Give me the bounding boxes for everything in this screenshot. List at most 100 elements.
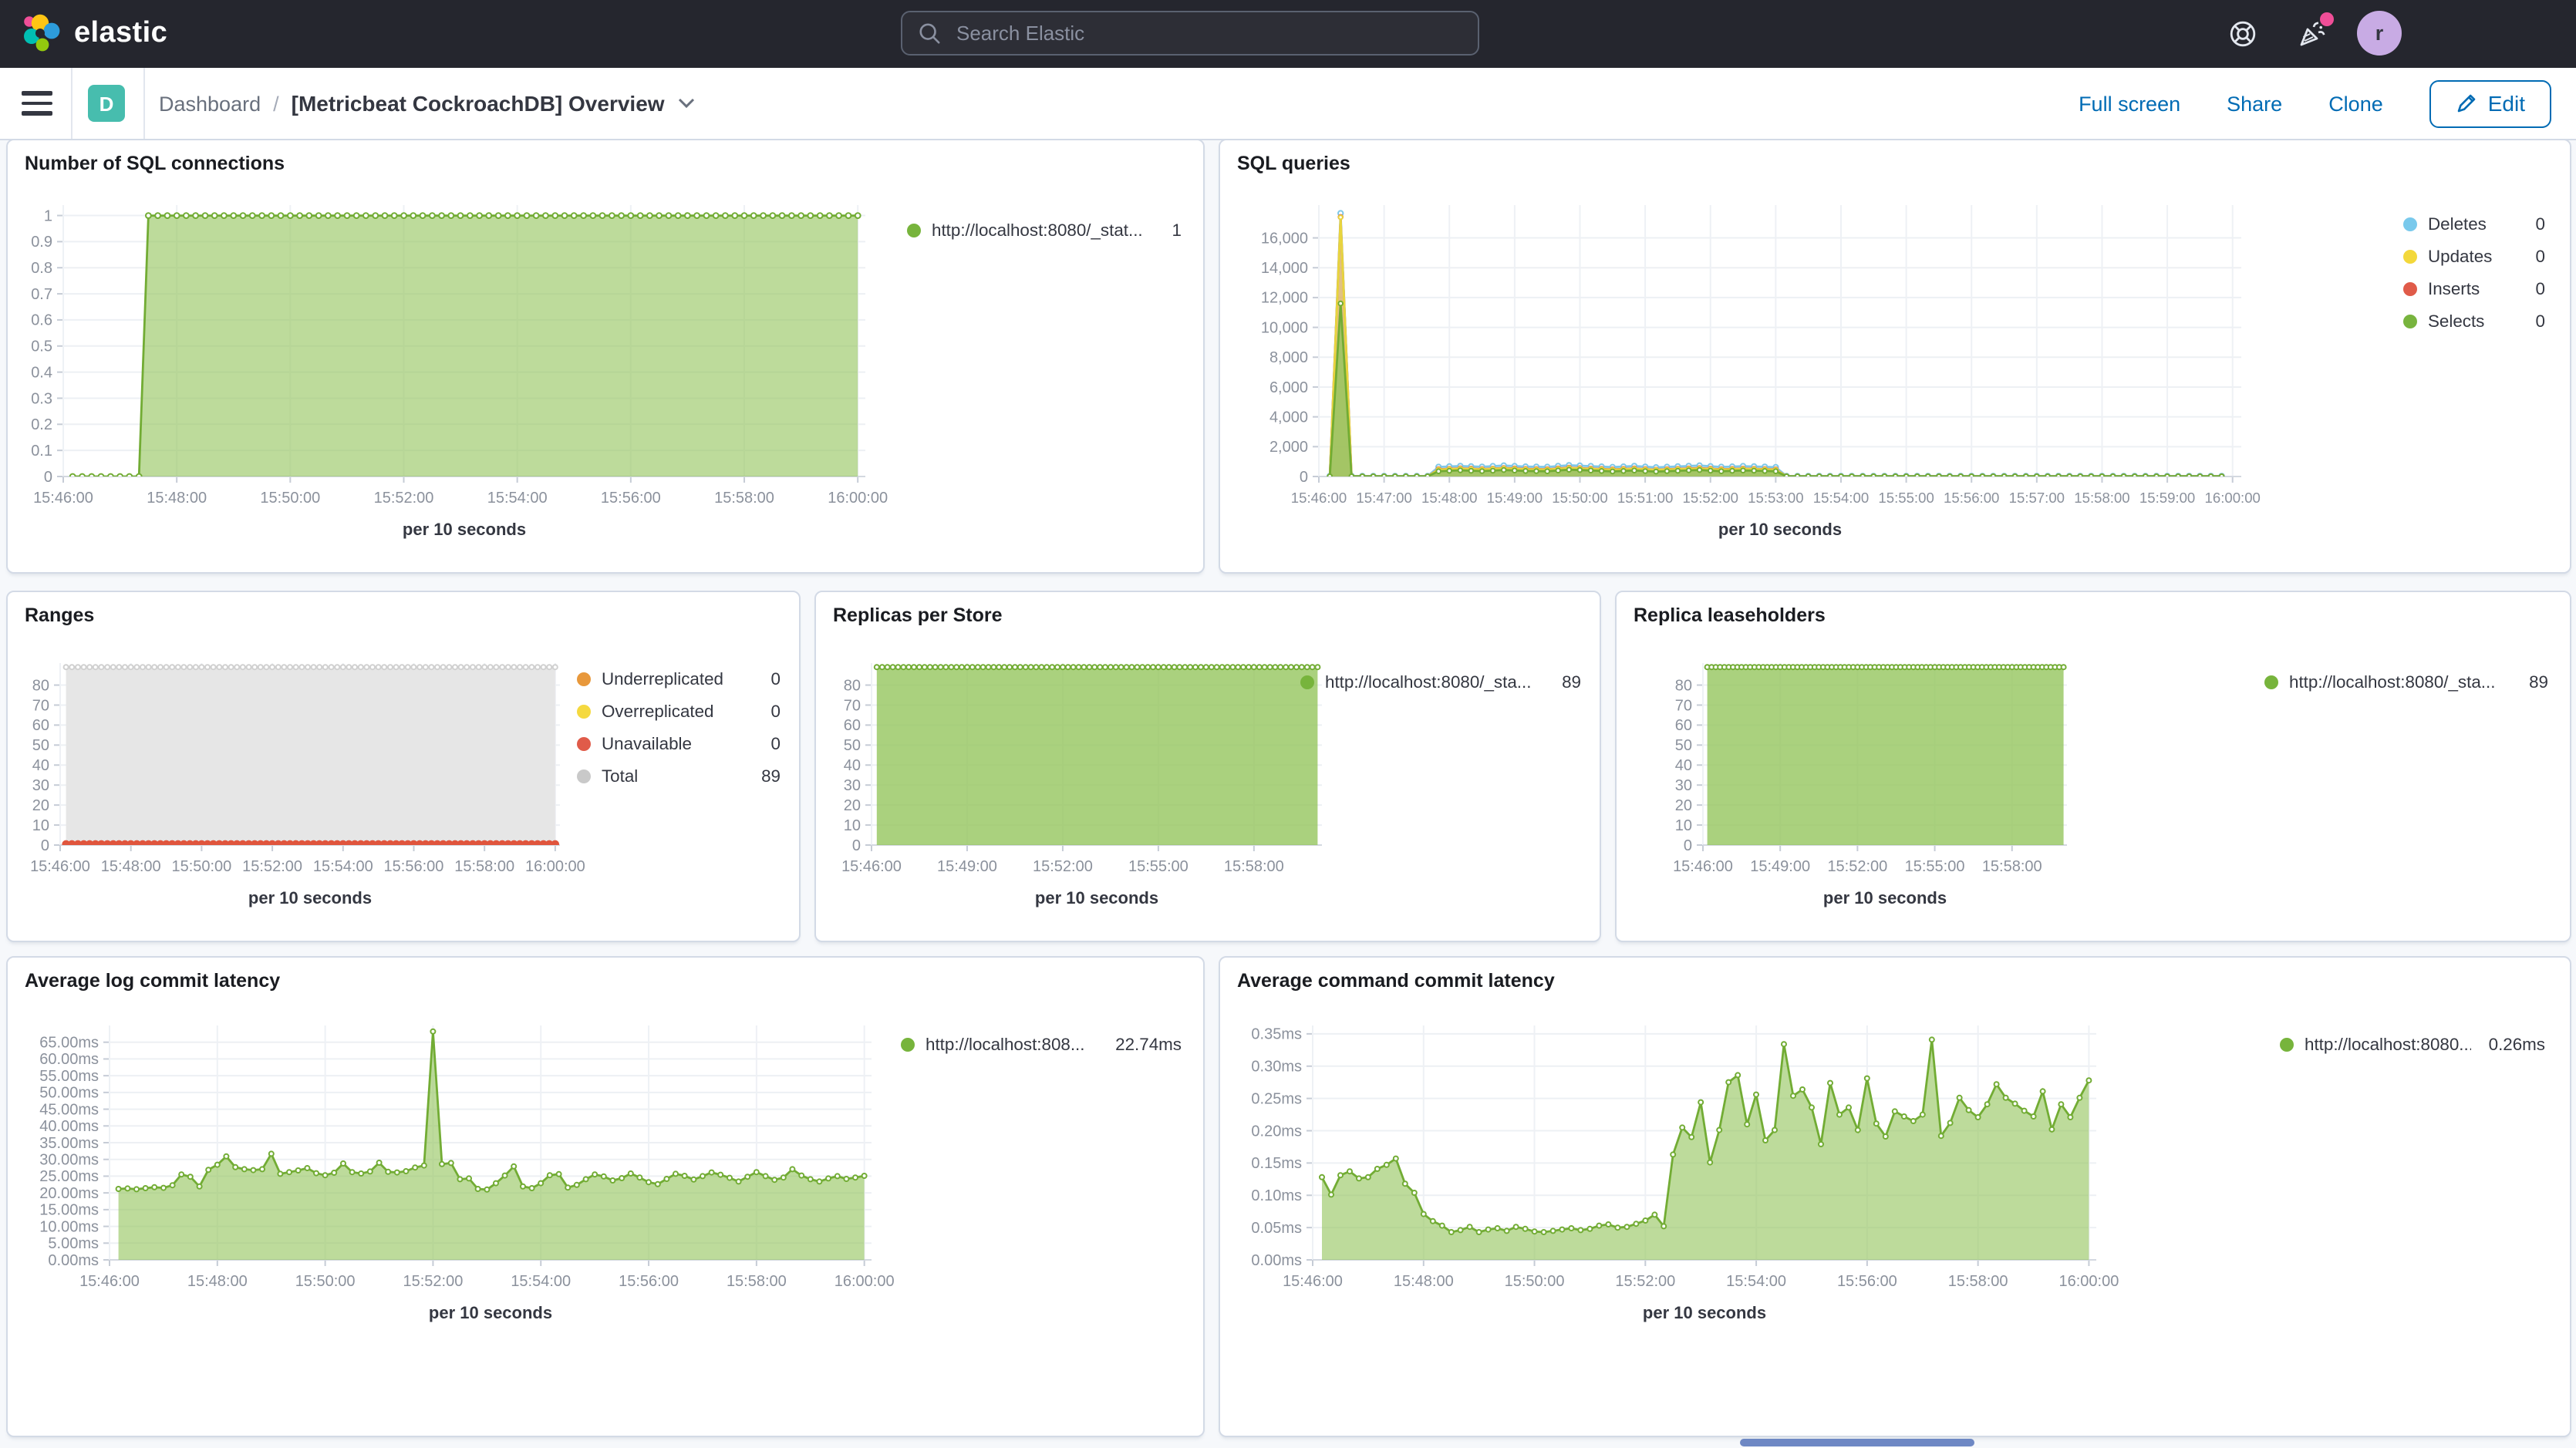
data-point-marker	[1819, 1142, 1823, 1147]
horizontal-scrollbar-thumb[interactable]	[1740, 1439, 1974, 1446]
data-point-marker	[1698, 1100, 1703, 1105]
data-point-marker	[2078, 474, 2082, 479]
y-tick-label: 40.00ms	[39, 1118, 99, 1135]
x-tick-label: 15:46:00	[79, 1273, 140, 1290]
data-point-marker	[1634, 1221, 1638, 1226]
data-point-marker	[780, 213, 785, 218]
data-point-marker	[116, 1187, 121, 1191]
x-tick-label: 15:50:00	[171, 858, 231, 875]
data-point-marker	[581, 213, 586, 218]
data-point-marker	[1671, 1152, 1675, 1157]
y-tick-label: 4,000	[1269, 409, 1308, 426]
search-input[interactable]	[953, 20, 1462, 46]
replica-leaseholders-chart[interactable]: 0102030405060708015:46:0015:49:0015:52:0…	[1657, 651, 2092, 913]
help-icon[interactable]	[2227, 19, 2258, 49]
y-tick-label: 5.00ms	[48, 1235, 99, 1252]
x-tick-label: 15:50:00	[295, 1273, 356, 1290]
data-point-marker	[323, 665, 328, 669]
data-point-marker	[1495, 1226, 1500, 1231]
data-point-marker	[1135, 665, 1139, 669]
data-point-marker	[1491, 469, 1495, 473]
data-point-marker	[288, 213, 293, 218]
legend-series-dot	[2264, 675, 2278, 689]
menu-icon[interactable]	[22, 91, 52, 116]
divider	[143, 68, 145, 139]
x-tick-label: 15:48:00	[101, 858, 161, 875]
elastic-logo[interactable]: elastic	[22, 14, 167, 54]
data-point-marker	[1717, 1128, 1721, 1133]
data-point-marker	[1394, 1157, 1398, 1161]
legend-item[interactable]: Deletes0	[2403, 208, 2545, 241]
share-button[interactable]: Share	[2227, 92, 2282, 115]
x-tick-label: 15:48:00	[187, 1273, 248, 1290]
legend-item[interactable]: http://localhost:8080/_stat...1	[907, 214, 1182, 247]
edit-button[interactable]: Edit	[2429, 79, 2551, 127]
data-point-marker	[1140, 665, 1145, 669]
legend-value: 0	[2536, 248, 2545, 266]
data-point-marker	[241, 213, 246, 218]
data-point-marker	[1930, 1037, 1934, 1042]
sql-queries-chart[interactable]: 02,0004,0006,0008,00010,00012,00014,0001…	[1232, 193, 2266, 544]
y-tick-label: 12,000	[1261, 290, 1308, 307]
data-point-marker	[1129, 665, 1134, 669]
legend-item[interactable]: Total89	[577, 760, 781, 793]
y-tick-label: 20	[844, 797, 861, 814]
data-point-marker	[117, 474, 123, 480]
y-tick-label: 0.05ms	[1251, 1220, 1302, 1237]
data-point-marker	[467, 1176, 471, 1180]
legend-item[interactable]: Inserts0	[2403, 273, 2545, 305]
log-commit-latency-chart[interactable]: 0.00ms5.00ms10.00ms15.00ms20.00ms25.00ms…	[20, 1013, 896, 1328]
data-point-marker	[1039, 665, 1044, 669]
legend-item[interactable]: Updates0	[2403, 241, 2545, 273]
data-point-marker	[2022, 1109, 2027, 1113]
data-point-marker	[376, 665, 381, 669]
legend-item[interactable]: Underreplicated0	[577, 663, 781, 695]
ranges-chart[interactable]: 0102030405060708015:46:0015:48:0015:50:0…	[14, 651, 585, 913]
data-point-marker	[1911, 1119, 1916, 1123]
panel-title: Ranges	[25, 604, 94, 626]
data-point-marker	[1643, 1218, 1647, 1223]
chevron-down-icon[interactable]	[677, 97, 696, 109]
legend-item[interactable]: http://localhost:8080/_sta...89	[2264, 666, 2548, 699]
data-point-marker	[855, 213, 861, 218]
legend-item[interactable]: Overreplicated0	[577, 695, 781, 728]
legend-item[interactable]: http://localhost:808...22.74ms	[901, 1029, 1182, 1061]
data-point-marker	[241, 665, 245, 669]
global-search[interactable]	[901, 11, 1479, 56]
data-point-marker	[1283, 665, 1288, 669]
data-point-marker	[259, 213, 265, 218]
full-screen-button[interactable]: Full screen	[2079, 92, 2180, 115]
x-tick-label: 15:52:00	[1683, 490, 1738, 506]
data-point-marker	[1033, 665, 1038, 669]
data-point-marker	[268, 213, 274, 218]
legend-series-dot	[2403, 217, 2417, 231]
legend-item[interactable]: Unavailable0	[577, 728, 781, 760]
data-point-marker	[891, 665, 895, 669]
data-point-marker	[1828, 1081, 1833, 1086]
data-point-marker	[400, 665, 404, 669]
data-point-marker	[1676, 469, 1681, 473]
data-point-marker	[394, 665, 399, 669]
breadcrumb-dashboard[interactable]: Dashboard	[159, 92, 261, 115]
newsfeed-icon[interactable]	[2297, 19, 2328, 49]
data-point-marker	[2220, 474, 2224, 479]
data-point-marker	[1338, 1173, 1343, 1177]
clone-button[interactable]: Clone	[2328, 92, 2383, 115]
data-point-marker	[1893, 474, 1898, 479]
legend-item[interactable]: Selects0	[2403, 305, 2545, 338]
command-commit-latency-chart[interactable]: 0.00ms0.05ms0.10ms0.15ms0.20ms0.25ms0.30…	[1232, 1013, 2121, 1328]
replicas-per-store-chart[interactable]: 0102030405060708015:46:0015:49:0015:52:0…	[825, 651, 1347, 913]
data-point-marker	[928, 665, 932, 669]
user-avatar[interactable]: r	[2357, 11, 2402, 56]
data-point-marker	[1754, 1093, 1758, 1097]
legend-item[interactable]: http://localhost:8080/_sta...89	[1300, 666, 1581, 699]
sql-connections-chart[interactable]: 00.10.20.30.40.50.60.70.80.9115:46:0015:…	[17, 193, 890, 544]
y-tick-label: 80	[1675, 677, 1692, 694]
data-point-marker	[629, 1171, 633, 1176]
page-title[interactable]: [Metricbeat CockroachDB] Overview	[292, 91, 665, 116]
legend-value: 89	[761, 767, 781, 786]
x-tick-label: 15:51:00	[1617, 490, 1673, 506]
data-point-marker	[1449, 1230, 1454, 1234]
x-tick-label: 15:52:00	[242, 858, 302, 875]
legend-item[interactable]: http://localhost:8080...0.26ms	[2280, 1029, 2545, 1061]
